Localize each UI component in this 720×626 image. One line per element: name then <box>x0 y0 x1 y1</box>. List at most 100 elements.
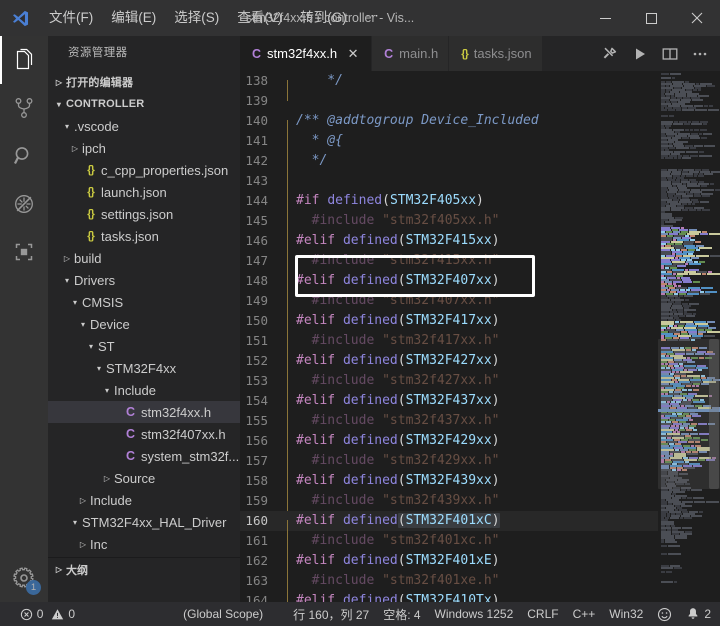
status-eol[interactable]: CRLF <box>520 602 565 626</box>
code-line[interactable]: 148#elif defined(STM32F407xx) <box>240 271 658 291</box>
code-line[interactable]: 157 #include "stm32f429xx.h" <box>240 451 658 471</box>
tree-item[interactable]: ▷build <box>48 247 240 269</box>
tree-item[interactable]: ▷Csystem_stm32f... <box>48 445 240 467</box>
section-open-editors[interactable]: ▷ 打开的编辑器 <box>48 71 240 93</box>
tree-item[interactable]: ▾STM32F4xx_HAL_Driver <box>48 511 240 533</box>
tree-item[interactable]: ▷{}tasks.json <box>48 225 240 247</box>
tab-close-icon[interactable]: ✕ <box>345 46 361 62</box>
line-number: 142 <box>240 151 287 171</box>
activity-manage-settings[interactable]: 1 <box>0 554 48 602</box>
tree-item[interactable]: ▷{}c_cpp_properties.json <box>48 159 240 181</box>
code-line[interactable]: 152#elif defined(STM32F427xx) <box>240 351 658 371</box>
status-indentation[interactable]: 空格: 4 <box>376 602 427 626</box>
run-build-task-button[interactable] <box>596 39 624 69</box>
code-line[interactable]: 161 #include "stm32f401xc.h" <box>240 531 658 551</box>
activity-explorer[interactable] <box>0 36 48 84</box>
code-line[interactable]: 155 #include "stm32f437xx.h" <box>240 411 658 431</box>
tree-item[interactable]: ▷{}settings.json <box>48 203 240 225</box>
editor-scrollbar[interactable] <box>706 71 720 602</box>
minimap[interactable] <box>658 71 720 602</box>
run-code-button[interactable] <box>626 39 654 69</box>
activity-search[interactable] <box>0 132 48 180</box>
minimap-token <box>691 257 699 259</box>
section-workspace[interactable]: ▾ CONTROLLER <box>48 93 240 115</box>
status-encoding[interactable]: Windows 1252 <box>428 602 521 626</box>
code-line[interactable]: 138 */ <box>240 71 658 91</box>
status-scope[interactable]: (Global Scope) <box>176 602 270 626</box>
code-line[interactable]: 149 #include "stm32f407xx.h" <box>240 291 658 311</box>
menu-item-view[interactable]: 查看(V) <box>228 0 291 36</box>
code-line[interactable]: 145 #include "stm32f405xx.h" <box>240 211 658 231</box>
minimap-token <box>689 273 701 275</box>
line-number: 159 <box>240 491 287 511</box>
code-line[interactable]: 141 * @{ <box>240 131 658 151</box>
code-line[interactable]: 151 #include "stm32f417xx.h" <box>240 331 658 351</box>
code-line[interactable]: 163 #include "stm32f401xe.h" <box>240 571 658 591</box>
code-line[interactable]: 162#elif defined(STM32F401xE) <box>240 551 658 571</box>
tree-item[interactable]: ▾CMSIS <box>48 291 240 313</box>
code-line[interactable]: 142 */ <box>240 151 658 171</box>
status-cursor-position[interactable]: 行 160，列 27 <box>286 602 376 626</box>
tree-item[interactable]: ▷Cstm32f407xx.h <box>48 423 240 445</box>
tree-item[interactable]: ▷Source <box>48 467 240 489</box>
editor-tab[interactable]: Cmain.h <box>372 36 449 71</box>
code-line[interactable]: 154#elif defined(STM32F437xx) <box>240 391 658 411</box>
code-line[interactable]: 153 #include "stm32f427xx.h" <box>240 371 658 391</box>
tree-item[interactable]: ▷Include <box>48 489 240 511</box>
tree-item[interactable]: ▾.vscode <box>48 115 240 137</box>
code-line-text: /** @addtogroup Device_Included <box>287 111 539 131</box>
editor-tab[interactable]: Cstm32f4xx.h✕ <box>240 36 372 71</box>
activity-extensions[interactable] <box>0 228 48 276</box>
maximize-button[interactable] <box>628 0 674 36</box>
more-actions-button[interactable] <box>686 39 714 69</box>
code-line-text: #include "stm32f437xx.h" <box>287 411 500 431</box>
code-line[interactable]: 159 #include "stm32f439xx.h" <box>240 491 658 511</box>
chevron-down-icon: ▾ <box>92 364 106 373</box>
tree-item[interactable]: ▷Inc <box>48 533 240 555</box>
minimize-button[interactable] <box>582 0 628 36</box>
status-platform[interactable]: Win32 <box>602 602 650 626</box>
tree-item[interactable]: ▷Cstm32f4xx.h <box>48 401 240 423</box>
code-line[interactable]: 147 #include "stm32f415xx.h" <box>240 251 658 271</box>
menu-item-file[interactable]: 文件(F) <box>40 0 102 36</box>
menu-item-selection[interactable]: 选择(S) <box>165 0 228 36</box>
menu-overflow-icon[interactable]: ⋯ <box>356 0 390 36</box>
code-line[interactable]: 146#elif defined(STM32F415xx) <box>240 231 658 251</box>
code-line[interactable]: 158#elif defined(STM32F439xx) <box>240 471 658 491</box>
status-notifications[interactable]: 2 <box>679 602 718 626</box>
scrollbar-thumb[interactable] <box>709 339 719 489</box>
code-line[interactable]: 140/** @addtogroup Device_Included <box>240 111 658 131</box>
tree-item[interactable]: ▷ipch <box>48 137 240 159</box>
tree-item[interactable]: ▾ST <box>48 335 240 357</box>
activity-source-control[interactable] <box>0 84 48 132</box>
tree-item[interactable]: ▾Include <box>48 379 240 401</box>
error-icon <box>20 608 33 621</box>
code-line[interactable]: 143 <box>240 171 658 191</box>
minimap-token <box>661 581 673 583</box>
split-editor-button[interactable] <box>656 39 684 69</box>
minimap-token <box>661 73 669 75</box>
activity-run-and-debug[interactable] <box>0 180 48 228</box>
status-feedback[interactable] <box>650 602 679 626</box>
status-language-mode[interactable]: C++ <box>566 602 603 626</box>
status-problems[interactable]: 0 0 <box>13 602 82 626</box>
tree-item[interactable]: ▾STM32F4xx <box>48 357 240 379</box>
section-outline[interactable]: ▷ 大纲 <box>48 557 240 581</box>
tree-item[interactable]: ▷{}launch.json <box>48 181 240 203</box>
tree-item[interactable]: ▾Device <box>48 313 240 335</box>
tools-icon <box>602 46 618 62</box>
explorer-tree[interactable]: ▷ 打开的编辑器 ▾ CONTROLLER ▾.vscode▷ipch▷{}c_… <box>48 71 240 602</box>
menu-item-edit[interactable]: 编辑(E) <box>102 0 165 36</box>
code-line[interactable]: 160#elif defined(STM32F401xC) <box>240 511 658 531</box>
editor-tab[interactable]: {}tasks.json <box>449 36 542 71</box>
code-text-area[interactable]: 138 */139140/** @addtogroup Device_Inclu… <box>240 71 658 602</box>
line-number: 150 <box>240 311 287 331</box>
menu-item-go[interactable]: 转到(G) <box>291 0 356 36</box>
code-line[interactable]: 156#elif defined(STM32F429xx) <box>240 431 658 451</box>
close-button[interactable] <box>674 0 720 36</box>
code-line[interactable]: 164#elif defined(STM32F410Tx) <box>240 591 658 602</box>
code-line[interactable]: 139 <box>240 91 658 111</box>
code-line[interactable]: 150#elif defined(STM32F417xx) <box>240 311 658 331</box>
tree-item[interactable]: ▾Drivers <box>48 269 240 291</box>
code-line[interactable]: 144#if defined(STM32F405xx) <box>240 191 658 211</box>
